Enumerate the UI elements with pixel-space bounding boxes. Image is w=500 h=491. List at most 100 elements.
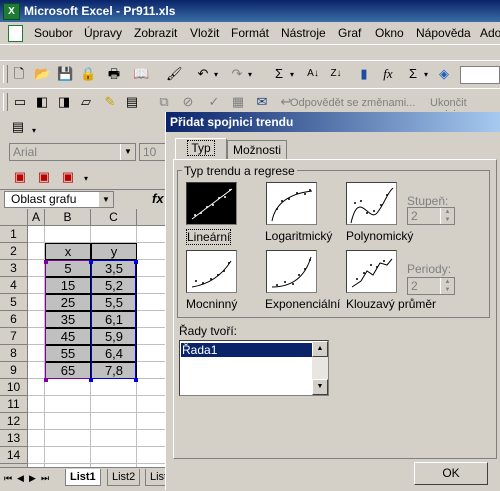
range-handle[interactable]	[134, 260, 138, 264]
sum-dropdown-icon[interactable]: ▾	[424, 70, 428, 79]
sort-ascending-icon[interactable]: A↓	[305, 66, 321, 82]
cell[interactable]	[28, 345, 45, 362]
ok-button[interactable]: OK	[414, 462, 488, 485]
toolbar-dropdown-icon[interactable]: ▾	[32, 126, 36, 135]
accept-icon[interactable]: ✓	[206, 94, 222, 110]
tab-typ[interactable]: Typ	[175, 138, 227, 160]
pdf-dropdown-icon[interactable]: ▾	[84, 174, 88, 183]
table-data-cell[interactable]: 5,5	[91, 294, 137, 311]
sum-icon[interactable]: Σ	[405, 66, 421, 82]
cell[interactable]	[137, 362, 166, 379]
select-all-corner[interactable]	[0, 209, 28, 226]
range-handle[interactable]	[89, 378, 93, 382]
column-header-b[interactable]: B	[45, 209, 91, 226]
cell[interactable]	[45, 396, 91, 413]
next-comment-icon[interactable]: ◨	[56, 94, 72, 110]
series-scrollbar[interactable]: ▲ ▼	[312, 341, 328, 395]
table-data-cell[interactable]: 3,5	[91, 260, 137, 277]
review-icon[interactable]: ▦	[230, 94, 246, 110]
cell[interactable]	[28, 294, 45, 311]
table-data-cell[interactable]: 5,2	[91, 277, 137, 294]
table-data-cell[interactable]: 25	[45, 294, 91, 311]
cell[interactable]	[28, 430, 45, 447]
new-icon[interactable]: 🗋	[11, 66, 27, 82]
row-header[interactable]: 6	[0, 311, 28, 328]
cell[interactable]	[45, 413, 91, 430]
table-data-cell[interactable]: 5,9	[91, 328, 137, 345]
cell[interactable]	[28, 379, 45, 396]
cell[interactable]	[28, 447, 45, 464]
column-header-c[interactable]: C	[91, 209, 137, 226]
reject-icon[interactable]: ⊘	[180, 94, 196, 110]
table-data-cell[interactable]: 5	[45, 260, 91, 277]
open-icon[interactable]: 📂	[34, 66, 50, 82]
row-header[interactable]: 2	[0, 243, 28, 260]
range-handle[interactable]	[89, 260, 93, 264]
row-header[interactable]: 12	[0, 413, 28, 430]
logarithmic-trend-thumb[interactable]	[266, 182, 317, 225]
column-header-d[interactable]	[137, 209, 166, 226]
menu-soubor[interactable]: Soubor	[34, 26, 73, 40]
cell[interactable]	[45, 379, 91, 396]
cell[interactable]	[137, 243, 166, 260]
row-header[interactable]: 7	[0, 328, 28, 345]
reply-with-changes-button[interactable]: Odpovědět se změnami...	[290, 97, 415, 109]
cell[interactable]	[28, 260, 45, 277]
undo-dropdown-icon[interactable]: ▾	[214, 70, 218, 79]
trend-label-linearni[interactable]: Lineární	[186, 229, 232, 245]
polynomial-trend-thumb[interactable]	[346, 182, 397, 225]
sort-descending-icon[interactable]: Z↓	[328, 66, 344, 82]
tab-moznosti[interactable]: Možnosti	[227, 140, 287, 159]
print-icon[interactable]: 🖶	[106, 66, 122, 82]
cell[interactable]	[28, 226, 45, 243]
sheet-tab-list2[interactable]: List2	[107, 469, 141, 486]
cell[interactable]	[137, 328, 166, 345]
cell[interactable]	[137, 447, 166, 464]
range-handle[interactable]	[134, 378, 138, 382]
range-handle[interactable]	[44, 378, 48, 382]
row-header[interactable]: 1	[0, 226, 28, 243]
cell[interactable]	[91, 379, 137, 396]
ink-icon[interactable]: ✎	[102, 94, 118, 110]
chart-wizard-icon[interactable]: ▮	[356, 66, 372, 82]
cell[interactable]	[91, 447, 137, 464]
cell[interactable]	[137, 277, 166, 294]
cell[interactable]	[91, 413, 137, 430]
dialog-title-bar[interactable]: Přidat spojnici trendu	[166, 112, 500, 132]
delete-comment-icon[interactable]: ▤	[124, 94, 140, 110]
range-handle[interactable]	[44, 260, 48, 264]
show-comment-icon[interactable]: ▱	[78, 94, 94, 110]
redo-icon[interactable]: ↷	[229, 66, 245, 82]
worksheet-grid[interactable]: A B C 1 2 x y 3 5 3,5 4 15 5,2 5 25 5,5 6 35 6,1 7 45 5,9 8…	[0, 209, 166, 467]
redo-dropdown-icon[interactable]: ▾	[248, 70, 252, 79]
prev-sheet-icon[interactable]: ◀	[17, 473, 24, 484]
cell[interactable]	[137, 311, 166, 328]
row-header[interactable]: 11	[0, 396, 28, 413]
undo-icon[interactable]: ↶	[195, 66, 211, 82]
cell[interactable]	[137, 413, 166, 430]
cell[interactable]	[137, 396, 166, 413]
cell[interactable]	[137, 379, 166, 396]
autosum-icon[interactable]: Σ	[271, 66, 287, 82]
trend-label-logaritmicky[interactable]: Logaritmický	[265, 229, 332, 243]
cell[interactable]	[137, 260, 166, 277]
row-header[interactable]: 9	[0, 362, 28, 379]
permission-icon[interactable]: 🔒	[80, 66, 96, 82]
last-sheet-icon[interactable]: ⏭	[41, 473, 49, 484]
table-data-cell[interactable]: 65	[45, 362, 91, 379]
cube-icon[interactable]: ◈	[436, 66, 452, 82]
table-data-cell[interactable]: 55	[45, 345, 91, 362]
power-trend-thumb[interactable]	[186, 250, 237, 293]
format-painter-icon[interactable]: 🖌	[166, 66, 183, 82]
font-size-combo[interactable]: 10	[139, 143, 166, 161]
stupen-up-icon[interactable]: ▲	[440, 208, 454, 216]
previous-comment-icon[interactable]: ◧	[34, 94, 50, 110]
cell[interactable]	[91, 226, 137, 243]
moving-average-trend-thumb[interactable]	[346, 250, 397, 293]
font-dropdown-icon[interactable]: ▼	[120, 144, 135, 160]
cell[interactable]	[137, 226, 166, 243]
exponential-trend-thumb[interactable]	[266, 250, 317, 293]
table-header-cell[interactable]: y	[91, 243, 137, 260]
zoom-combo[interactable]	[460, 66, 500, 84]
trend-label-polynomicky[interactable]: Polynomický	[346, 229, 413, 243]
